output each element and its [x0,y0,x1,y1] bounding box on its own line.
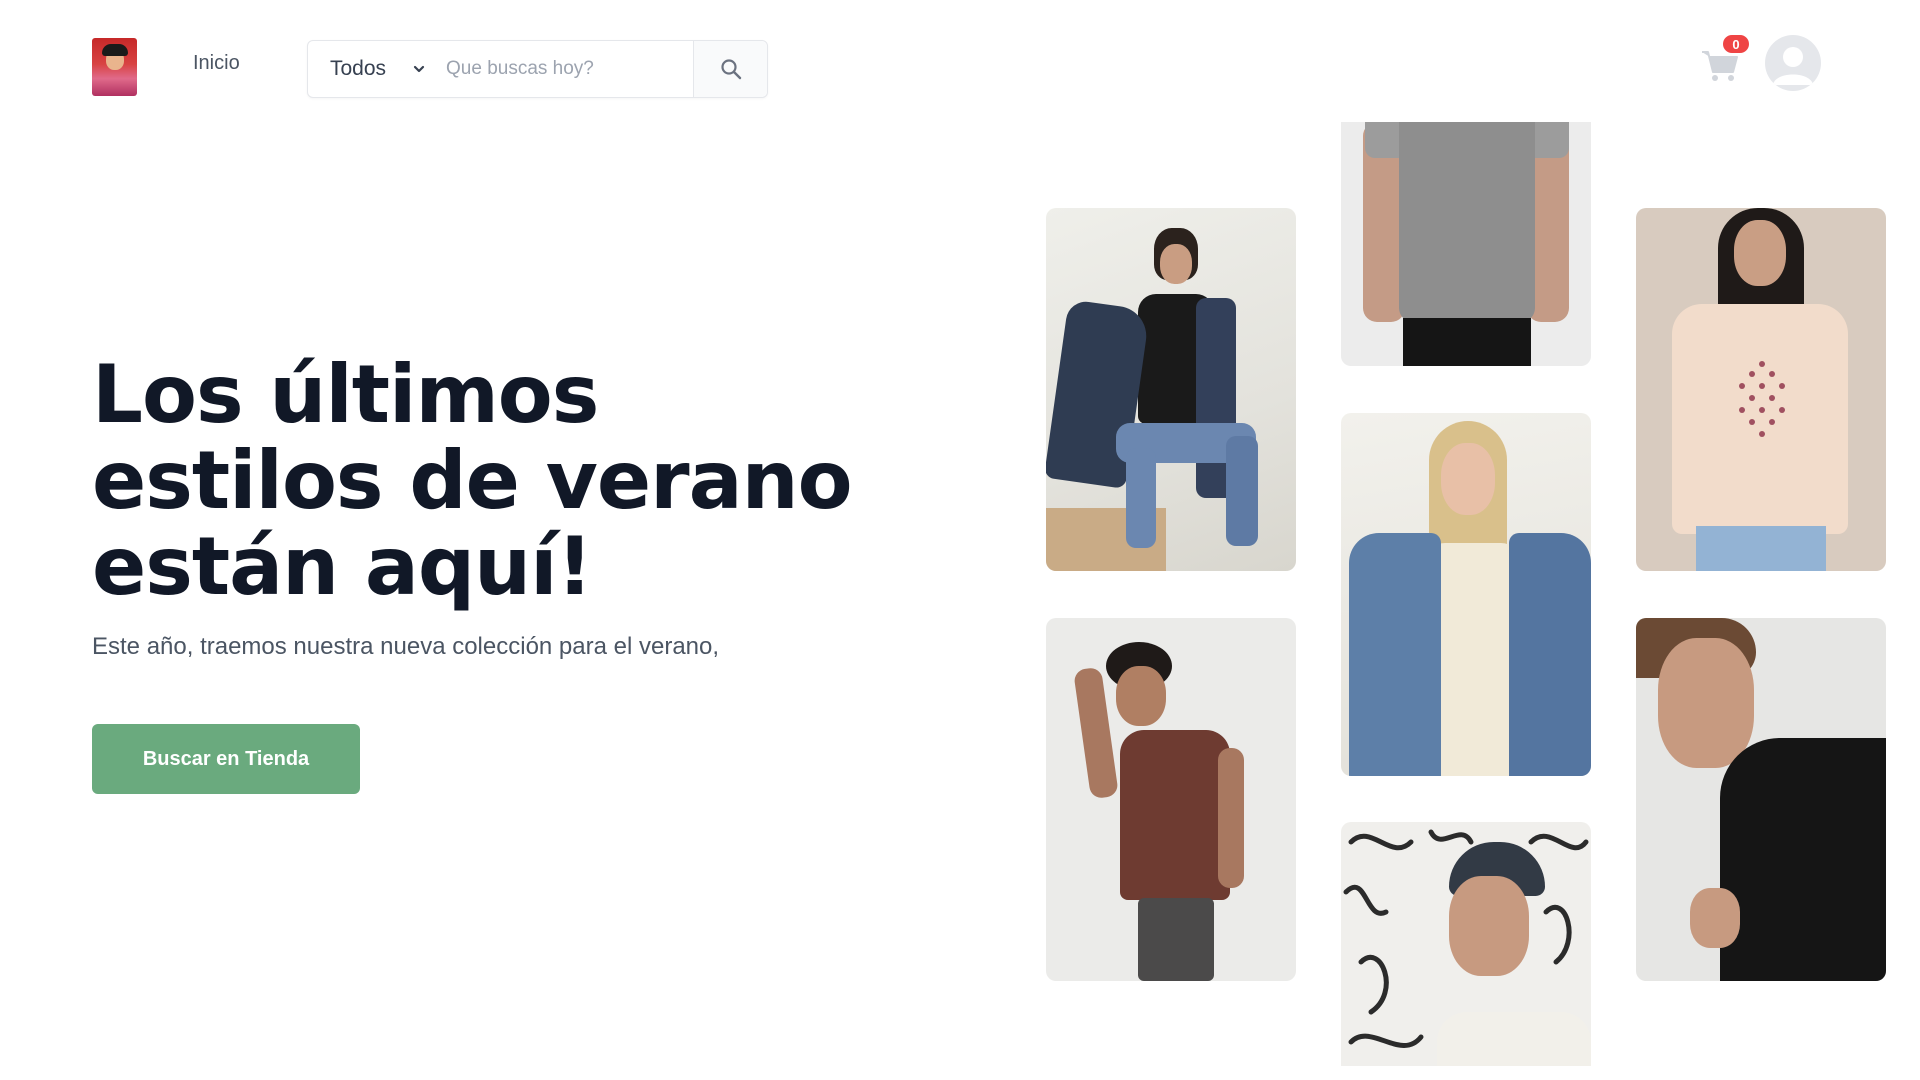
page: Inicio Todos 0 Los últimos estilos de ve… [0,0,1920,1080]
search-button[interactable] [693,41,767,97]
product-photo-woman-denim-jacket[interactable] [1046,208,1296,571]
shop-button[interactable]: Buscar en Tienda [92,724,360,794]
user-avatar[interactable] [1765,35,1821,91]
product-photo-woman-peach-tee[interactable] [1636,208,1886,571]
product-photo-man-brown-tee[interactable] [1046,618,1296,981]
product-photo-blonde-woman-denim[interactable] [1341,413,1591,776]
search-icon [720,59,741,80]
user-avatar-icon [1773,47,1813,85]
category-select-value: Todos [330,57,387,80]
search-input[interactable] [446,41,693,97]
logo-hair [102,44,128,56]
logo[interactable] [92,38,137,96]
cart-count-badge: 0 [1721,33,1751,55]
hero-title: Los últimos estilos de verano están aquí… [92,348,853,613]
nav-home-link[interactable]: Inicio [193,52,240,75]
chevron-down-icon [413,65,425,73]
shirt-dot-pattern [1739,361,1785,437]
search-bar: Todos [307,40,768,98]
product-photo-man-black-tee[interactable] [1636,618,1886,981]
product-photo-grey-tee[interactable] [1341,122,1591,366]
product-photo-man-beanie[interactable] [1341,822,1591,1066]
hero-subtitle: Este año, traemos nuestra nueva colecció… [92,633,720,660]
category-select[interactable]: Todos [308,41,446,97]
